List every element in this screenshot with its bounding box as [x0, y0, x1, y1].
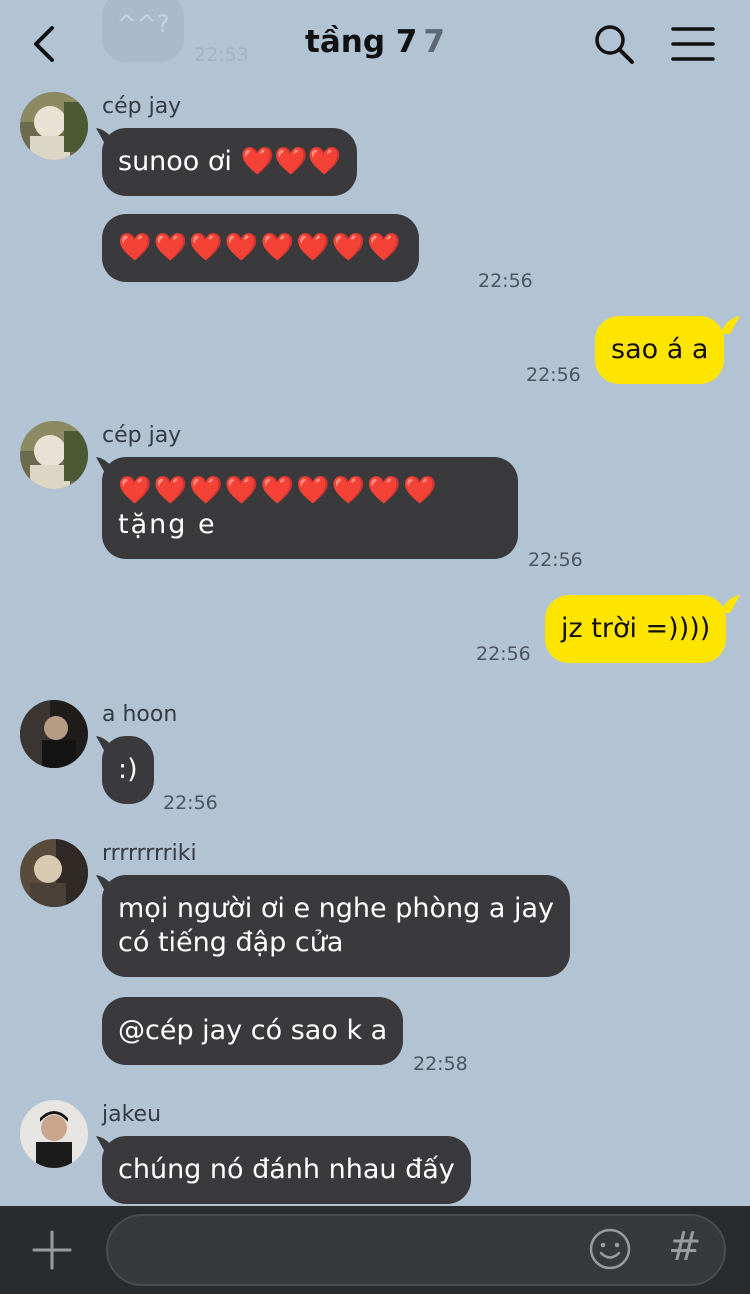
message-bubble[interactable]: @cép jay có sao k a — [102, 997, 404, 1065]
avatar[interactable] — [20, 700, 88, 768]
bubble-tail — [722, 595, 740, 613]
message-time: 22:56 — [476, 643, 531, 665]
member-count: 7 — [423, 24, 445, 60]
hashtag-icon[interactable]: # — [668, 1224, 702, 1270]
avatar[interactable] — [20, 1100, 88, 1168]
avatar[interactable] — [20, 839, 88, 907]
message-bubble[interactable]: mọi người ơi e nghe phòng a jay có tiếng… — [102, 875, 570, 977]
plus-icon[interactable] — [30, 1228, 74, 1272]
previous-message-bubble: ^^? — [102, 0, 184, 62]
previous-message-time: 22:53 — [194, 44, 249, 66]
sender-name: jakeu — [102, 1102, 162, 1127]
avatar[interactable] — [20, 92, 88, 160]
sender-name: a hoon — [102, 702, 178, 727]
message-bubble[interactable]: chúng nó đánh nhau đấy — [102, 1136, 471, 1204]
emoji-icon[interactable] — [588, 1227, 632, 1271]
sender-name: cép jay — [102, 423, 182, 448]
sender-name: cép jay — [102, 94, 182, 119]
message-bubble[interactable]: :) — [102, 736, 154, 804]
sender-name: rrrrrrrriki — [102, 841, 197, 866]
message-bubble[interactable]: ❤️❤️❤️❤️❤️❤️❤️❤️ — [102, 214, 419, 282]
avatar[interactable] — [20, 421, 88, 489]
message-time: 22:56 — [163, 792, 218, 814]
message-bubble-self[interactable]: jz trời =)))) — [545, 595, 727, 663]
message-input[interactable] — [106, 1214, 726, 1286]
message-time: 22:56 — [526, 364, 581, 386]
message-time: 22:58 — [413, 1053, 468, 1075]
composer-bar: # — [0, 1206, 750, 1294]
message-time: 22:56 — [478, 270, 533, 292]
message-bubble-self[interactable]: sao á a — [595, 316, 725, 384]
chat-room-name: tầng 7 — [305, 24, 418, 60]
message-bubble[interactable]: sunoo ơi ❤️❤️❤️ — [102, 128, 358, 196]
menu-icon[interactable] — [670, 24, 716, 64]
message-time: 22:56 — [528, 549, 583, 571]
message-bubble[interactable]: ❤️❤️❤️❤️❤️❤️❤️❤️❤️ tặng e — [102, 457, 518, 559]
bubble-tail — [722, 316, 740, 334]
search-icon[interactable] — [592, 22, 636, 66]
